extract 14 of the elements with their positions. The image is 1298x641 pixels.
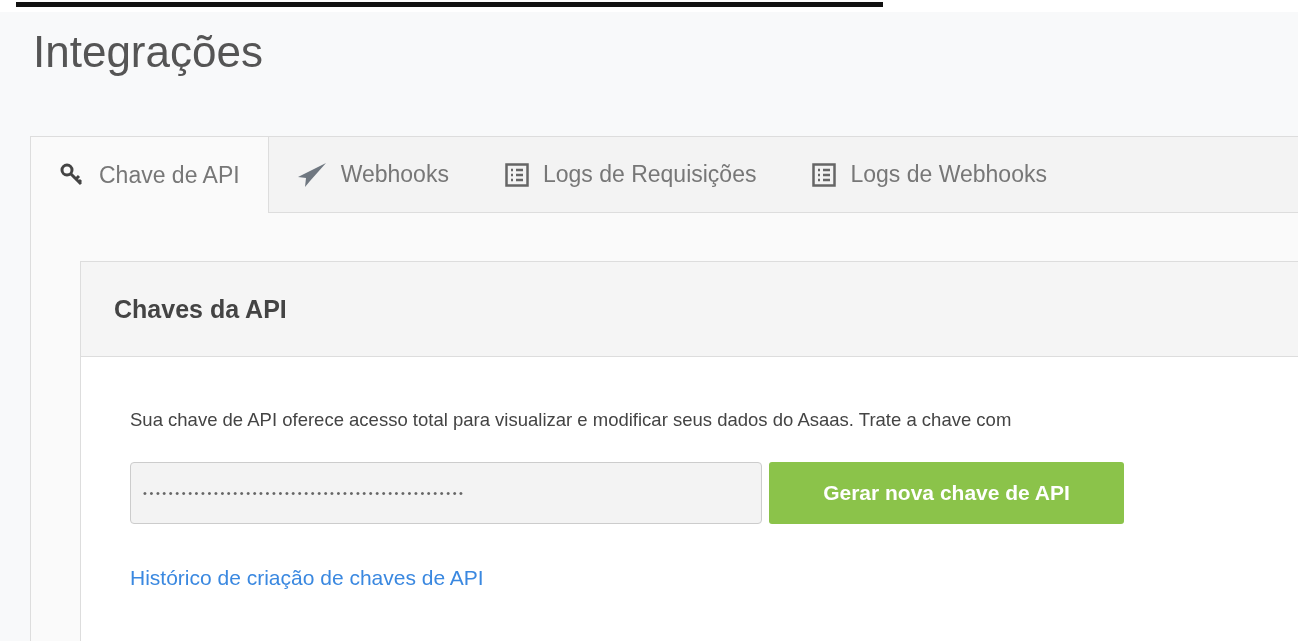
list-icon — [504, 162, 529, 187]
card-title: Chaves da API — [114, 294, 287, 324]
api-key-field[interactable]: •••••••••••••••••••••••••••••••••••••••••••••••••• — [130, 462, 762, 524]
generate-key-button[interactable]: Gerar nova chave de API — [769, 462, 1124, 524]
page-title: Integrações — [33, 26, 264, 78]
description-text: Sua chave de API oferece acesso total para visualizar e modificar seus dados do Asaas. Trate a chave com — [130, 409, 1013, 431]
paper-plane-icon — [296, 161, 327, 188]
tab[interactable]: Logs de Requisições — [476, 137, 785, 212]
history-link[interactable]: Histórico de criação de chaves de API — [130, 566, 484, 590]
key-icon — [59, 162, 85, 188]
tab[interactable]: Logs de Webhooks — [784, 137, 1075, 212]
tab[interactable]: Chave de API — [31, 137, 269, 213]
list-icon — [812, 162, 837, 187]
tab[interactable]: Webhooks — [268, 137, 477, 212]
